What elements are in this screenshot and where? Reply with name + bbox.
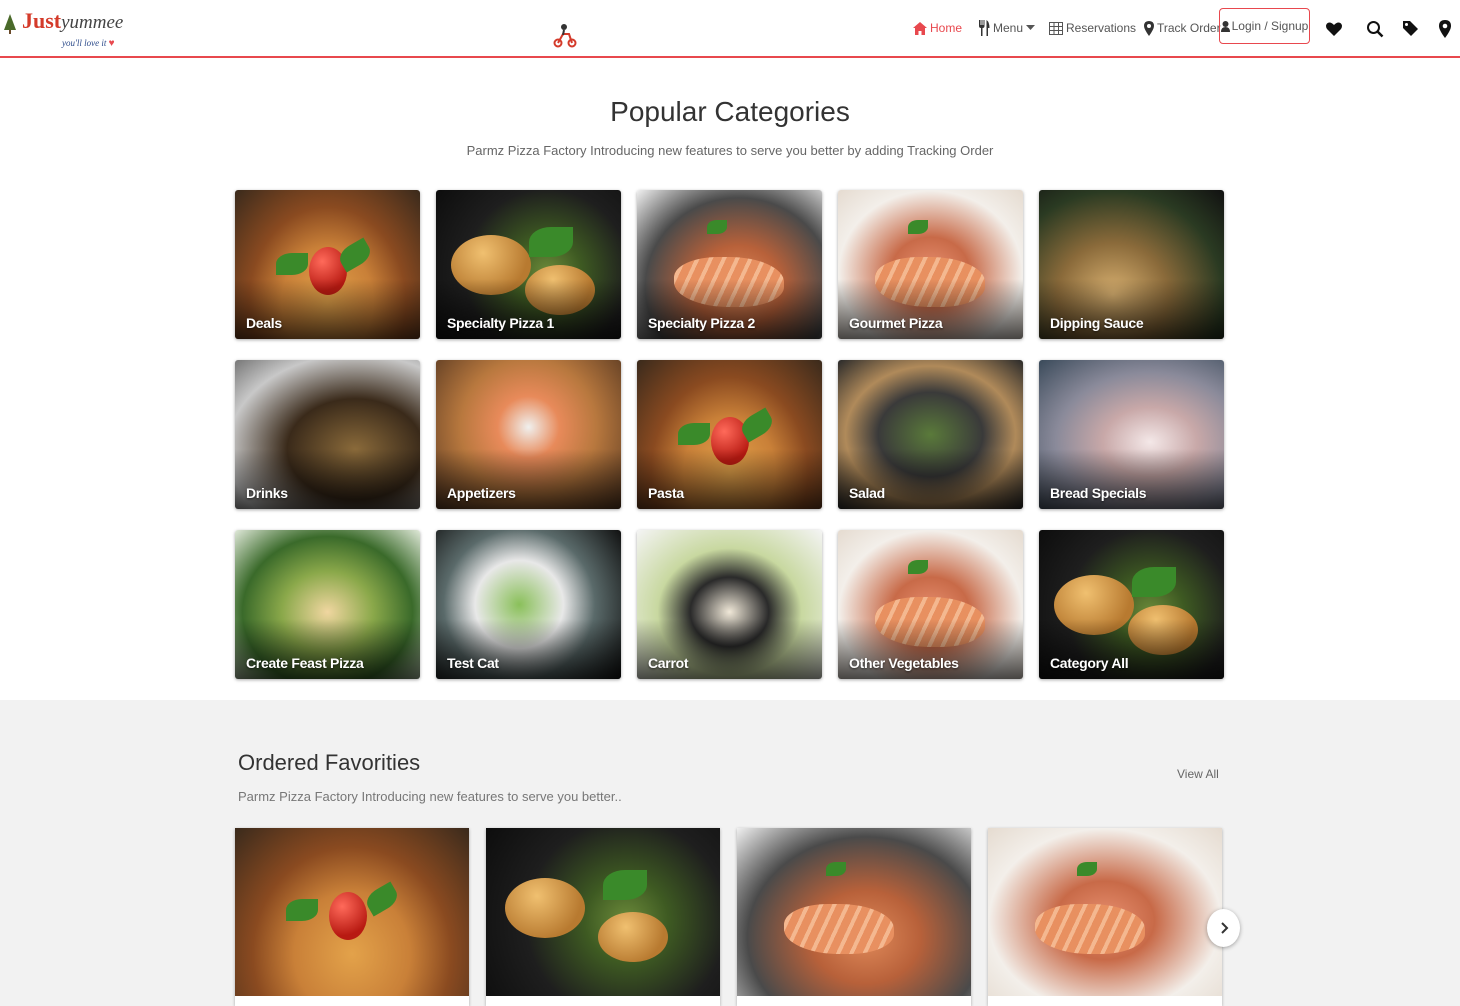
- category-tile[interactable]: Specialty Pizza 1: [436, 190, 621, 339]
- nav-menu[interactable]: Menu: [978, 14, 1036, 42]
- category-label: Other Vegetables: [849, 655, 959, 671]
- map-marker-icon: [1144, 20, 1154, 36]
- category-label: Carrot: [648, 655, 689, 671]
- category-tile[interactable]: Specialty Pizza 2: [637, 190, 822, 339]
- brand-name: Justyummee: [22, 8, 124, 33]
- category-tile[interactable]: Category All: [1039, 530, 1224, 679]
- category-label: Pasta: [648, 485, 684, 501]
- category-tile[interactable]: Appetizers: [436, 360, 621, 509]
- tags-icon[interactable]: [1402, 20, 1420, 38]
- category-tile[interactable]: Test Cat: [436, 530, 621, 679]
- category-label: Drinks: [246, 485, 288, 501]
- favorites-section: [0, 700, 1460, 1006]
- category-label: Salad: [849, 485, 885, 501]
- favorite-image: [235, 828, 469, 996]
- site-header: Justyummee you'll love it ♥ Home Menu Re…: [0, 0, 1460, 58]
- favorite-image: [737, 828, 971, 996]
- popular-categories-subtitle: Parmz Pizza Factory Introducing new feat…: [466, 143, 994, 158]
- category-tile[interactable]: Deals: [235, 190, 420, 339]
- nav-home[interactable]: Home: [913, 14, 962, 42]
- favorite-card[interactable]: [737, 828, 971, 1006]
- cutlery-icon: [979, 20, 990, 36]
- favorite-image: [988, 828, 1222, 996]
- favorite-card[interactable]: [235, 828, 469, 1006]
- map-pin-icon[interactable]: [1439, 20, 1451, 38]
- category-label: Bread Specials: [1050, 485, 1147, 501]
- favorite-image: [486, 828, 720, 996]
- category-tile[interactable]: Carrot: [637, 530, 822, 679]
- category-label: Deals: [246, 315, 282, 331]
- login-signup-button[interactable]: Login / Signup: [1219, 8, 1310, 44]
- category-label: Test Cat: [447, 655, 499, 671]
- caret-down-icon: [1026, 25, 1036, 30]
- category-tile[interactable]: Bread Specials: [1039, 360, 1224, 509]
- heart-icon[interactable]: [1325, 20, 1343, 38]
- category-label: Specialty Pizza 2: [648, 315, 755, 331]
- category-label: Specialty Pizza 1: [447, 315, 554, 331]
- favorites-subtitle: Parmz Pizza Factory Introducing new feat…: [238, 789, 622, 804]
- category-label: Gourmet Pizza: [849, 315, 943, 331]
- nav-track-order[interactable]: Track Order: [1144, 14, 1221, 42]
- delivery-scooter-icon: [553, 24, 577, 48]
- category-label: Create Feast Pizza: [246, 655, 364, 671]
- table-grid-icon: [1049, 21, 1063, 35]
- search-icon[interactable]: [1366, 20, 1384, 38]
- carousel-next-button[interactable]: [1207, 909, 1240, 947]
- tree-icon: [4, 14, 16, 34]
- brand-tagline: you'll love it ♥: [62, 38, 115, 49]
- chevron-right-icon: [1220, 922, 1228, 934]
- category-tile[interactable]: Drinks: [235, 360, 420, 509]
- category-label: Appetizers: [447, 485, 516, 501]
- user-icon: [1220, 20, 1230, 32]
- logo[interactable]: Justyummee you'll love it ♥: [4, 6, 134, 54]
- view-all-link[interactable]: View All: [1177, 767, 1219, 781]
- popular-categories-title: Popular Categories: [610, 96, 850, 127]
- category-label: Category All: [1050, 655, 1129, 671]
- category-tile[interactable]: Dipping Sauce: [1039, 190, 1224, 339]
- category-label: Dipping Sauce: [1050, 315, 1144, 331]
- home-icon: [913, 21, 927, 35]
- favorites-title: Ordered Favorities: [238, 750, 421, 775]
- category-grid: Deals Specialty Pizza 1 Specialty Pizza 2 G…: [235, 190, 1225, 680]
- category-tile[interactable]: Salad: [838, 360, 1023, 509]
- category-tile[interactable]: Create Feast Pizza: [235, 530, 420, 679]
- category-tile[interactable]: Other Vegetables: [838, 530, 1023, 679]
- nav-reservations[interactable]: Reservations: [1049, 14, 1136, 42]
- category-tile[interactable]: Pasta: [637, 360, 822, 509]
- category-tile[interactable]: Gourmet Pizza: [838, 190, 1023, 339]
- favorite-card[interactable]: [486, 828, 720, 1006]
- favorite-card[interactable]: [988, 828, 1222, 1006]
